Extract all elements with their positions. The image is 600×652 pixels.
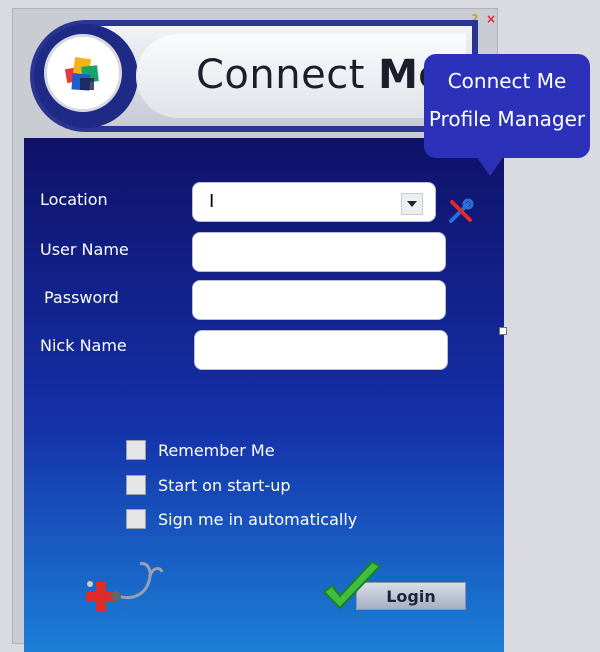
tools-icon[interactable]	[446, 196, 476, 226]
location-label: Location	[40, 190, 108, 209]
remember-me-checkbox[interactable]	[126, 440, 146, 460]
nickname-input[interactable]	[195, 331, 447, 369]
auto-signin-checkbox[interactable]	[126, 509, 146, 529]
app-logo-icon	[44, 34, 122, 112]
password-input[interactable]	[193, 281, 445, 319]
start-on-startup-checkbox[interactable]	[126, 475, 146, 495]
auto-signin-label: Sign me in automatically	[158, 509, 358, 529]
username-field[interactable]	[192, 232, 446, 272]
profile-manager-tooltip: Connect Me Profile Manager	[424, 54, 590, 176]
check-icon	[322, 560, 382, 610]
remember-me-label: Remember Me	[158, 440, 275, 460]
resize-handle[interactable]	[499, 327, 507, 335]
password-label: Password	[44, 288, 119, 307]
location-select[interactable]: I	[192, 182, 436, 222]
brand-title: Connect Me	[196, 52, 446, 98]
medical-stethoscope-icon[interactable]	[78, 556, 168, 626]
remember-me-option[interactable]: Remember Me	[126, 440, 275, 460]
tooltip-line2: Profile Manager	[428, 107, 586, 131]
chevron-down-icon[interactable]	[401, 193, 423, 215]
login-button[interactable]: Login	[320, 560, 466, 612]
username-input[interactable]	[193, 233, 445, 271]
close-icon[interactable]: ×	[484, 12, 498, 26]
header-banner: Connect Me	[30, 20, 478, 132]
nickname-field[interactable]	[194, 330, 448, 370]
brand-title-regular: Connect	[196, 52, 379, 98]
tooltip-line1: Connect Me	[447, 69, 567, 93]
nickname-label: Nick Name	[40, 336, 127, 355]
logo-ring	[34, 24, 138, 128]
username-label: User Name	[40, 240, 129, 259]
auto-signin-option[interactable]: Sign me in automatically	[126, 509, 357, 529]
password-field[interactable]	[192, 280, 446, 320]
start-on-startup-label: Start on start-up	[158, 475, 291, 495]
tooltip-tail	[476, 156, 504, 176]
start-on-startup-option[interactable]: Start on start-up	[126, 475, 291, 495]
login-panel: Location I User Name Password Nick Name	[24, 138, 504, 652]
location-select-value: I	[209, 191, 215, 212]
